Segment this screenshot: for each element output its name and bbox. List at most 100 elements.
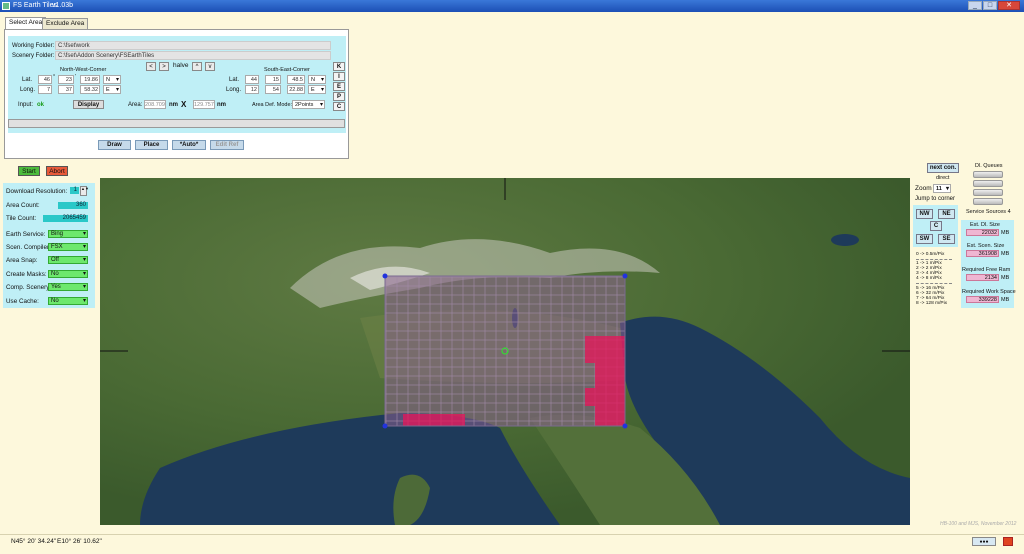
status-latitude: N45° 20' 34.24" bbox=[11, 538, 57, 545]
area-count-value: 360 bbox=[58, 202, 88, 209]
lake bbox=[831, 234, 859, 246]
nw-lon-hemi-select[interactable]: E bbox=[103, 85, 121, 94]
area-snap-select[interactable]: Off bbox=[48, 256, 88, 264]
move-left-button[interactable]: < bbox=[146, 62, 156, 71]
title-bar: FS Earth Tiles v1.03b _ □ ✕ bbox=[0, 0, 1024, 12]
zoom-label: Zoom bbox=[915, 185, 932, 192]
se-lat-sec-input[interactable]: 48.5 bbox=[287, 75, 305, 84]
required-work-unit: MB bbox=[1001, 297, 1010, 303]
window-title: FS Earth Tiles bbox=[13, 2, 57, 9]
auto-button[interactable]: *Auto* bbox=[172, 140, 206, 150]
status-dots-button[interactable]: ●●● bbox=[972, 537, 996, 546]
scen-compiler-label: Scen. Compiler: bbox=[6, 244, 51, 251]
se-lon-min-input[interactable]: 54 bbox=[265, 85, 281, 94]
se-lat-label: Lat. bbox=[229, 77, 240, 83]
sw-corner-handle[interactable] bbox=[382, 423, 388, 429]
working-folder-label: Working Folder: bbox=[12, 43, 55, 49]
satellite-map[interactable] bbox=[100, 178, 910, 525]
halve-label: halve bbox=[173, 62, 189, 69]
nw-lon-sec-input[interactable]: 58.32 bbox=[80, 85, 100, 94]
download-resolution-value[interactable]: 1 bbox=[70, 187, 79, 194]
side-button-e[interactable]: E bbox=[333, 82, 345, 91]
jump-center-button[interactable]: C bbox=[930, 221, 942, 231]
input-status: ok bbox=[37, 102, 45, 108]
status-longitude: E10° 26' 10.62" bbox=[57, 538, 102, 545]
move-right-button[interactable]: > bbox=[159, 62, 169, 71]
jump-nw-button[interactable]: NW bbox=[916, 209, 933, 219]
nw-lat-hemi-select[interactable]: N bbox=[103, 75, 121, 84]
tab-exclude-area[interactable]: Exclude Area bbox=[42, 18, 89, 29]
est-scen-size-value: 361908 bbox=[966, 250, 999, 257]
se-lat-min-input[interactable]: 15 bbox=[265, 75, 281, 84]
nw-lat-sec-input[interactable]: 19.86 bbox=[80, 75, 100, 84]
scenery-folder-input[interactable]: C:\fset\Addon Scenery\FSEarthTiles bbox=[55, 51, 331, 60]
required-ram-unit: MB bbox=[1001, 275, 1010, 281]
side-button-k[interactable]: K bbox=[333, 62, 345, 71]
required-ram-value: 2134 bbox=[966, 274, 999, 281]
nw-lat-min-input[interactable]: 23 bbox=[58, 75, 74, 84]
jump-sw-button[interactable]: SW bbox=[916, 234, 933, 244]
nw-corner-handle[interactable] bbox=[382, 273, 388, 279]
side-button-c[interactable]: C bbox=[333, 102, 345, 111]
area-height-value: 129.757 bbox=[193, 100, 215, 109]
start-button[interactable]: Start bbox=[18, 166, 40, 176]
side-button-p[interactable]: P bbox=[333, 92, 345, 101]
nw-lat-deg-input[interactable]: 46 bbox=[38, 75, 52, 84]
ne-corner-handle[interactable] bbox=[622, 273, 628, 279]
area-mode-select[interactable]: 2Points bbox=[292, 100, 325, 109]
resolution-spinner[interactable]: ▲▼ bbox=[80, 186, 89, 196]
place-button[interactable]: Place bbox=[135, 140, 168, 150]
se-lat-deg-input[interactable]: 44 bbox=[245, 75, 259, 84]
se-lat-hemi-select[interactable]: N bbox=[308, 75, 326, 84]
area-x-label: X bbox=[181, 100, 187, 109]
maximize-button[interactable]: □ bbox=[983, 1, 997, 10]
window-version: v1.03b bbox=[52, 2, 74, 9]
area-snap-label: Area Snap: bbox=[6, 257, 38, 264]
est-dl-size-label: Est. Dl. Size bbox=[970, 222, 1000, 228]
use-cache-select[interactable]: No bbox=[48, 297, 88, 305]
area-label: Area: bbox=[128, 102, 143, 108]
earth-service-select[interactable]: Bing bbox=[48, 230, 88, 238]
se-lon-deg-input[interactable]: 12 bbox=[245, 85, 259, 94]
side-button-i[interactable]: I bbox=[333, 72, 345, 81]
scale-line-4: 4 -> 8 m/Pix bbox=[916, 276, 942, 281]
nw-lon-deg-input[interactable]: 7 bbox=[38, 85, 52, 94]
direct-label: direct bbox=[936, 175, 950, 181]
scen-compiler-select[interactable]: FSX bbox=[48, 243, 88, 251]
scale-line-0: 0 -> 0.5m/Pix bbox=[916, 252, 945, 257]
display-button[interactable]: Display bbox=[73, 100, 104, 109]
nw-long-label: Long. bbox=[20, 87, 36, 93]
required-work-value: 339228 bbox=[966, 296, 999, 303]
status-close-icon[interactable] bbox=[1003, 537, 1013, 546]
draw-button[interactable]: Draw bbox=[98, 140, 131, 150]
nw-lat-label: Lat. bbox=[22, 77, 33, 83]
zoom-select[interactable]: 11 bbox=[933, 184, 951, 193]
comp-scenery-label: Comp. Scenery: bbox=[6, 284, 52, 291]
scale-line-8: 8 -> 128 m/Pix bbox=[916, 301, 948, 306]
area-mode-label: Area Def. Mode: bbox=[252, 102, 293, 108]
minimize-button[interactable]: _ bbox=[968, 1, 982, 10]
jump-ne-button[interactable]: NE bbox=[938, 209, 955, 219]
abort-button[interactable]: Abort bbox=[46, 166, 68, 176]
progress-bar bbox=[8, 119, 345, 128]
working-folder-input[interactable]: C:\fset\work bbox=[55, 41, 331, 50]
move-up-button[interactable]: ^ bbox=[192, 62, 202, 71]
se-corner-handle[interactable] bbox=[622, 423, 628, 429]
comp-scenery-select[interactable]: Yes bbox=[48, 283, 88, 291]
edit-ref-button[interactable]: Edit Ref bbox=[210, 140, 244, 150]
close-button[interactable]: ✕ bbox=[998, 1, 1020, 10]
move-down-button[interactable]: v bbox=[205, 62, 215, 71]
jump-se-button[interactable]: SE bbox=[938, 234, 955, 244]
area-count-label: Area Count: bbox=[6, 202, 40, 209]
queue-indicator-3 bbox=[973, 189, 1003, 196]
se-lon-hemi-select[interactable]: E bbox=[308, 85, 326, 94]
nw-lon-min-input[interactable]: 37 bbox=[58, 85, 74, 94]
se-lon-sec-input[interactable]: 22.88 bbox=[287, 85, 305, 94]
queue-indicator-1 bbox=[973, 171, 1003, 178]
queue-indicator-2 bbox=[973, 180, 1003, 187]
tab-select-area[interactable]: Select Area bbox=[5, 17, 47, 29]
deg-unit: ° bbox=[53, 74, 56, 80]
scale-divider-1 bbox=[916, 259, 952, 260]
create-masks-select[interactable]: No bbox=[48, 270, 88, 278]
next-con-button[interactable]: next con. bbox=[927, 163, 959, 173]
